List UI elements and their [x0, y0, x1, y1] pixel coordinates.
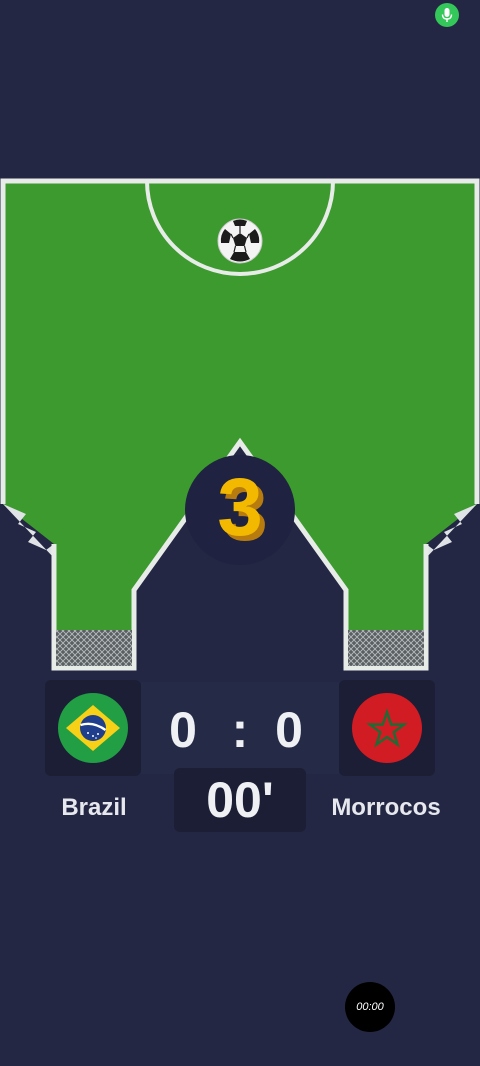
match-timer-box: 00'	[174, 768, 306, 832]
home-score: 0	[169, 702, 197, 758]
match-timer: 00'	[206, 772, 274, 828]
soccer-ball-icon[interactable]	[216, 217, 264, 265]
score-separator: :	[231, 702, 249, 758]
away-flag-box	[339, 680, 435, 776]
morocco-flag-icon	[352, 693, 422, 763]
goal-net-left	[56, 630, 132, 666]
home-team-name: Brazil	[61, 794, 127, 821]
recording-timer-button[interactable]: 00:00	[345, 982, 395, 1032]
away-score: 0	[275, 702, 303, 758]
home-flag-box	[45, 680, 141, 776]
away-team-name: Morrocos	[331, 794, 441, 821]
countdown-badge: 3	[185, 455, 295, 565]
goal-net-right	[348, 630, 424, 666]
brazil-flag-icon	[58, 693, 128, 763]
recording-timer-label: 00:00	[356, 1001, 384, 1013]
countdown-number: 3	[217, 462, 263, 553]
mic-icon	[435, 3, 459, 27]
